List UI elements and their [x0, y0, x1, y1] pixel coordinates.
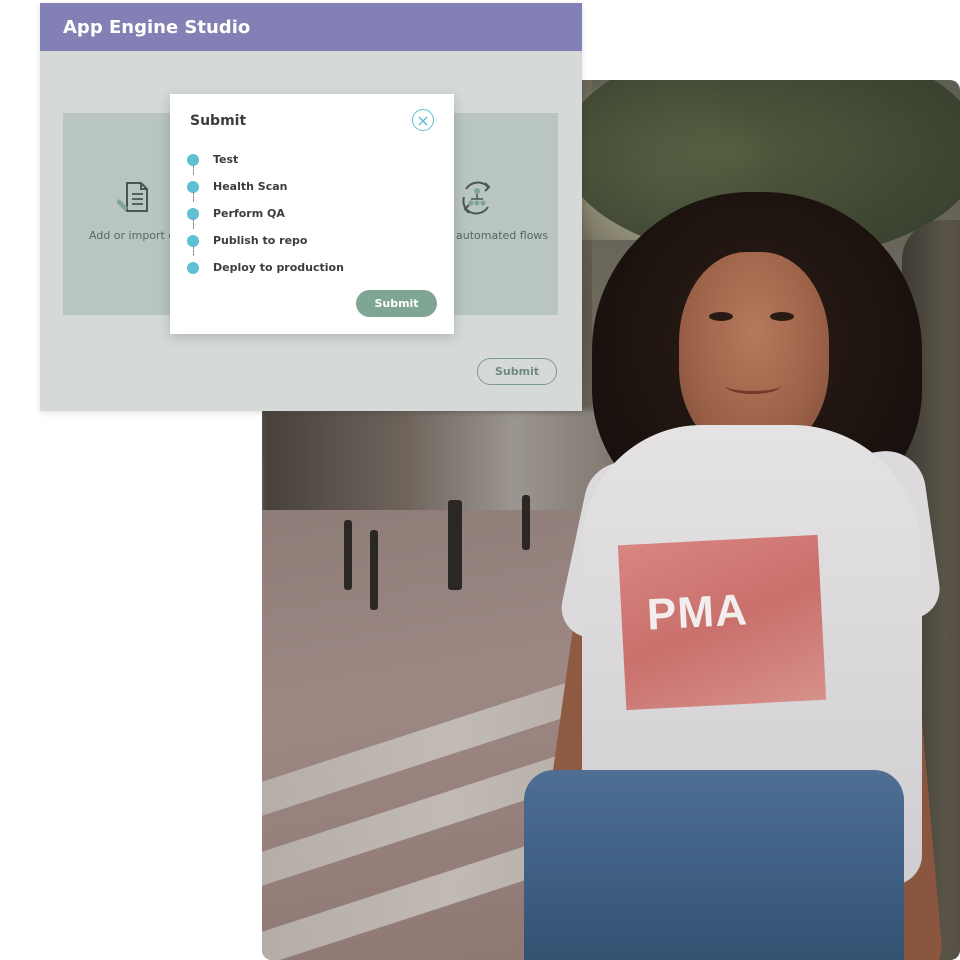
step-dot-icon — [187, 180, 199, 193]
step-label: Deploy to production — [213, 261, 344, 274]
shirt-print-text: PMA — [645, 585, 749, 640]
step-label: Publish to repo — [213, 234, 308, 247]
app-header: App Engine Studio — [40, 3, 582, 51]
modal-submit-button[interactable]: Submit — [356, 290, 437, 317]
step-list: Test Health Scan Perform QA Publish to r… — [187, 146, 344, 281]
step-item: Deploy to production — [187, 254, 344, 281]
step-item: Perform QA — [187, 200, 344, 229]
close-button[interactable] — [412, 109, 434, 131]
card-label: automated flows — [456, 229, 549, 242]
step-label: Test — [213, 153, 239, 166]
mouth — [725, 377, 781, 394]
step-item: Publish to repo — [187, 227, 344, 256]
step-item: Health Scan — [187, 173, 344, 202]
face — [679, 252, 829, 452]
app-title: App Engine Studio — [63, 16, 251, 38]
left-eye — [709, 312, 733, 321]
app-submit-button[interactable]: Submit — [477, 358, 557, 385]
document-edit-icon — [116, 179, 153, 219]
modal-title: Submit — [190, 113, 247, 129]
step-label: Perform QA — [213, 207, 285, 220]
step-dot-icon — [187, 153, 199, 166]
right-eye — [770, 312, 794, 321]
app-window: App Engine Studio Add or import c automa… — [40, 3, 582, 411]
workflow-cycle-icon — [458, 179, 496, 221]
submit-modal: Submit Test Health Scan Perform QA Publi… — [170, 94, 454, 334]
step-dot-icon — [187, 261, 199, 274]
close-icon — [418, 111, 428, 130]
step-label: Health Scan — [213, 180, 288, 193]
jeans — [524, 770, 904, 960]
card-label: Add or import c — [89, 229, 175, 242]
step-dot-icon — [187, 207, 199, 220]
step-item: Test — [187, 146, 344, 175]
step-dot-icon — [187, 234, 199, 247]
